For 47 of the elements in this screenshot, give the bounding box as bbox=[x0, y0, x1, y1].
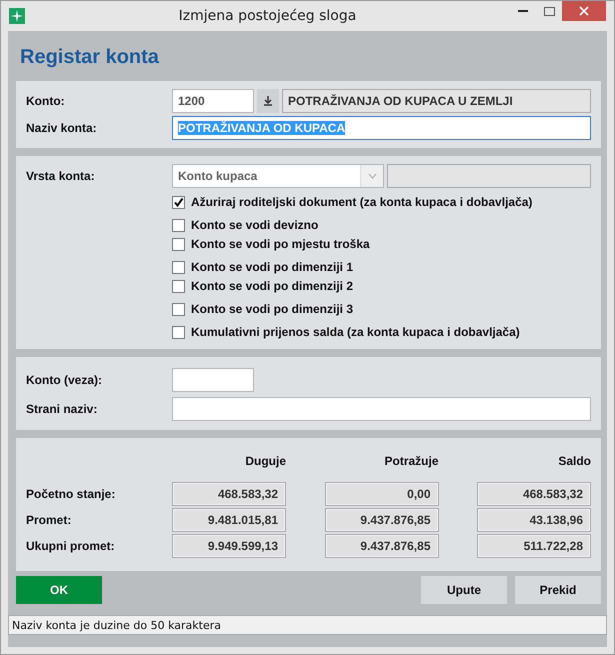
minimize-icon bbox=[518, 10, 528, 12]
status-text: Naziv konta je duzine do 50 karaktera bbox=[12, 618, 221, 632]
amount-field: 511.722,28 bbox=[477, 534, 591, 558]
amount-field: 0,00 bbox=[324, 482, 438, 506]
row-label: Promet: bbox=[26, 513, 72, 527]
column-header: Potražuje bbox=[384, 453, 438, 470]
close-button[interactable] bbox=[562, 1, 606, 21]
checkmark-icon bbox=[173, 196, 184, 208]
download-icon bbox=[263, 95, 273, 106]
app-icon bbox=[9, 8, 25, 24]
field-label: Konto (veza): bbox=[26, 372, 102, 386]
account-code-field[interactable]: 1200 bbox=[172, 88, 254, 112]
link-account-field[interactable] bbox=[172, 368, 254, 392]
row-label: Početno stanje: bbox=[26, 487, 116, 501]
option-checkbox[interactable]: Konto se vodi po dimenziji 3 bbox=[172, 302, 354, 316]
column-header: Saldo bbox=[558, 453, 591, 470]
chevron-down-icon bbox=[368, 173, 376, 179]
close-icon bbox=[579, 6, 589, 16]
maximize-icon bbox=[544, 6, 554, 16]
amount-field: 9.481.015,81 bbox=[172, 508, 286, 532]
option-checkbox[interactable]: Kumulativni prijenos salda (za konta kupaca i dobavljača) bbox=[172, 325, 520, 339]
amount-field: 9.949.599,13 bbox=[172, 534, 286, 558]
option-checkbox[interactable]: Konto se vodi devizno bbox=[172, 218, 318, 232]
lookup-button[interactable] bbox=[257, 88, 279, 112]
option-checkbox[interactable]: Ažuriraj roditeljski dokument (za konta kupaca i dobavljača) bbox=[172, 195, 532, 209]
option-checkbox[interactable]: Konto se vodi po dimenziji 2 bbox=[172, 279, 354, 293]
field-label: Vrsta konta: bbox=[26, 169, 95, 183]
dialog-button[interactable]: Upute bbox=[421, 576, 507, 604]
amount-field: 468.583,32 bbox=[172, 482, 286, 506]
window-title: Izmjena postojećeg sloga bbox=[178, 8, 358, 24]
amount-field: 9.437.876,85 bbox=[324, 508, 438, 532]
field-label: Konto: bbox=[26, 94, 65, 108]
option-checkbox[interactable]: Konto se vodi po dimenziji 1 bbox=[172, 260, 354, 274]
field-label: Naziv konta: bbox=[26, 120, 97, 134]
row-label: Ukupni promet: bbox=[26, 539, 115, 553]
amount-field: 43.138,96 bbox=[477, 508, 591, 532]
amount-field: 468.583,32 bbox=[477, 482, 591, 506]
column-header: Duguje bbox=[245, 453, 286, 470]
amount-field: 9.437.876,85 bbox=[324, 534, 438, 558]
ok-button[interactable]: OK bbox=[16, 576, 102, 604]
dialog-button[interactable]: Prekid bbox=[515, 576, 601, 604]
field-label: Strani naziv: bbox=[26, 402, 98, 416]
foreign-name-field[interactable] bbox=[172, 396, 591, 420]
option-checkbox[interactable]: Konto se vodi po mjestu troška bbox=[172, 237, 370, 251]
form-heading: Registar konta bbox=[19, 45, 160, 70]
account-type-dropdown[interactable]: Konto kupaca bbox=[172, 164, 384, 188]
parent-account-field: POTRAŽIVANJA OD KUPACA U ZEMLJI bbox=[282, 88, 591, 112]
